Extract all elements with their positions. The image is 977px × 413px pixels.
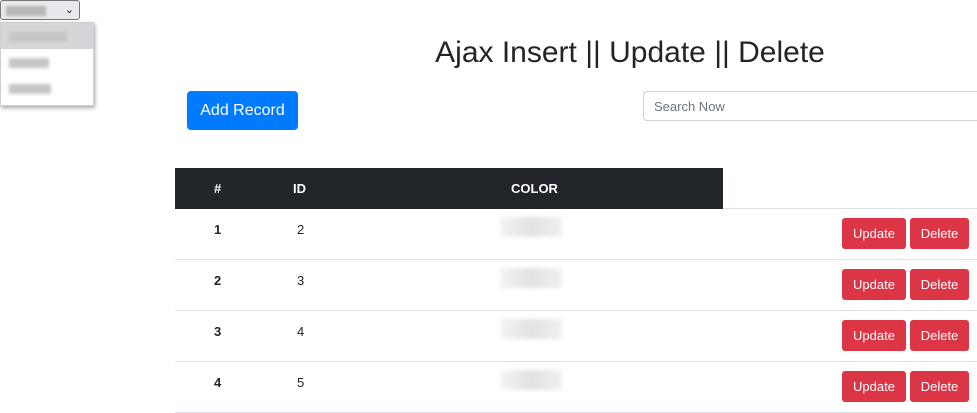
row-number: 4 bbox=[214, 375, 222, 390]
row-number: 2 bbox=[214, 273, 222, 288]
page: ⌄ Ajax Insert || Update || Delete Add Re… bbox=[0, 0, 977, 413]
color-value-redacted bbox=[500, 217, 562, 237]
page-title: Ajax Insert || Update || Delete bbox=[435, 36, 825, 69]
table-row: 3 4 Update Delete bbox=[175, 311, 977, 362]
row-id: 5 bbox=[297, 375, 305, 390]
filter-select[interactable]: ⌄ bbox=[0, 0, 80, 20]
row-id: 4 bbox=[297, 324, 305, 339]
search-input[interactable] bbox=[643, 91, 977, 121]
dropdown-option[interactable] bbox=[1, 23, 93, 49]
option-text-redacted bbox=[9, 32, 67, 42]
delete-button[interactable]: Delete bbox=[910, 218, 969, 249]
option-text-redacted bbox=[9, 58, 49, 68]
update-button[interactable]: Update bbox=[842, 269, 906, 300]
column-header-number: # bbox=[214, 181, 222, 196]
row-id: 3 bbox=[297, 273, 305, 288]
delete-button[interactable]: Delete bbox=[910, 269, 969, 300]
row-number: 1 bbox=[214, 222, 222, 237]
update-button[interactable]: Update bbox=[842, 218, 906, 249]
dropdown-option[interactable] bbox=[1, 75, 93, 101]
column-header-id: ID bbox=[293, 181, 306, 196]
delete-button[interactable]: Delete bbox=[910, 320, 969, 351]
option-text-redacted bbox=[9, 84, 51, 94]
row-id: 2 bbox=[297, 222, 305, 237]
column-header-color: COLOR bbox=[511, 181, 558, 196]
row-number: 3 bbox=[214, 324, 222, 339]
color-value-redacted bbox=[500, 370, 562, 390]
chevron-down-icon: ⌄ bbox=[64, 3, 74, 16]
color-value-redacted bbox=[500, 268, 562, 288]
table-row: 2 3 Update Delete bbox=[175, 260, 977, 311]
select-value-redacted bbox=[6, 6, 46, 16]
table-row: 1 2 Update Delete bbox=[175, 209, 977, 260]
update-button[interactable]: Update bbox=[842, 371, 906, 402]
select-dropdown-list bbox=[0, 22, 94, 106]
table-row: 4 5 Update Delete bbox=[175, 362, 977, 413]
update-button[interactable]: Update bbox=[842, 320, 906, 351]
add-record-button[interactable]: Add Record bbox=[187, 91, 298, 130]
dropdown-option[interactable] bbox=[1, 49, 93, 75]
color-value-redacted bbox=[500, 319, 562, 339]
table-header: # ID COLOR bbox=[175, 168, 723, 209]
delete-button[interactable]: Delete bbox=[910, 371, 969, 402]
